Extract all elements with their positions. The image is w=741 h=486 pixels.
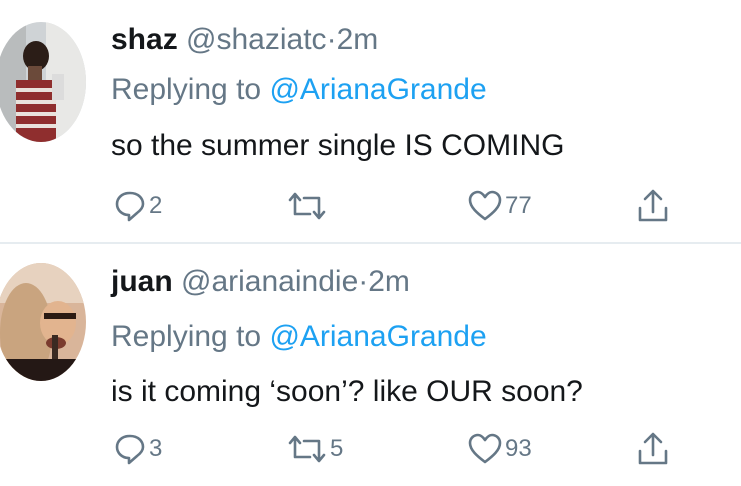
avatar[interactable]: [0, 263, 86, 381]
heart-icon: [468, 433, 502, 464]
display-name[interactable]: juan: [111, 265, 173, 298]
retweet-button[interactable]: [286, 188, 330, 224]
share-button[interactable]: [636, 188, 670, 224]
reply-button[interactable]: 3: [113, 431, 162, 467]
tweet-text: is it coming ‘soon’? like OUR soon?: [111, 375, 583, 408]
tweet-text: so the summer single IS COMING: [111, 129, 565, 162]
reply-button[interactable]: 2: [113, 188, 162, 224]
heart-icon: [468, 190, 502, 221]
replying-to: Replying to @ArianaGrande: [111, 72, 487, 108]
separator: ·: [326, 23, 337, 56]
reply-icon: [115, 191, 145, 222]
reply-icon: [115, 434, 145, 465]
share-button[interactable]: [636, 431, 670, 467]
retweet-icon: [288, 192, 326, 220]
like-button[interactable]: 93: [467, 431, 532, 467]
timestamp[interactable]: 2m: [337, 23, 379, 56]
like-count: 77: [505, 192, 532, 219]
replying-to: Replying to @ArianaGrande: [111, 319, 487, 355]
avatar[interactable]: [0, 22, 86, 142]
like-button[interactable]: 77: [467, 188, 532, 224]
tweet[interactable]: juan @arianaindie·2m Replying to @Ariana…: [0, 243, 741, 486]
tweet[interactable]: shaz @shaziatc·2m Replying to @ArianaGra…: [0, 0, 741, 243]
timestamp[interactable]: 2m: [368, 265, 410, 298]
reply-count: 2: [149, 192, 163, 219]
separator: ·: [358, 265, 369, 298]
tweet-header: juan @arianaindie·2m: [111, 264, 410, 300]
display-name[interactable]: shaz: [111, 23, 178, 56]
action-bar: 3 5 93: [0, 431, 741, 467]
replying-to-label: Replying to: [111, 320, 262, 353]
replying-to-label: Replying to: [111, 73, 262, 106]
user-handle[interactable]: @arianaindie: [181, 265, 358, 298]
mention-link[interactable]: @ArianaGrande: [269, 73, 486, 106]
share-icon: [638, 432, 668, 465]
mention-link[interactable]: @ArianaGrande: [269, 320, 486, 353]
reply-count: 3: [149, 435, 163, 462]
retweet-button[interactable]: 5: [286, 431, 343, 467]
retweet-count: 5: [330, 435, 344, 462]
action-bar: 2 77: [0, 188, 741, 224]
user-handle[interactable]: @shaziatc: [186, 23, 327, 56]
like-count: 93: [505, 435, 532, 462]
share-icon: [638, 189, 668, 222]
tweet-header: shaz @shaziatc·2m: [111, 22, 378, 58]
retweet-icon: [288, 435, 326, 463]
